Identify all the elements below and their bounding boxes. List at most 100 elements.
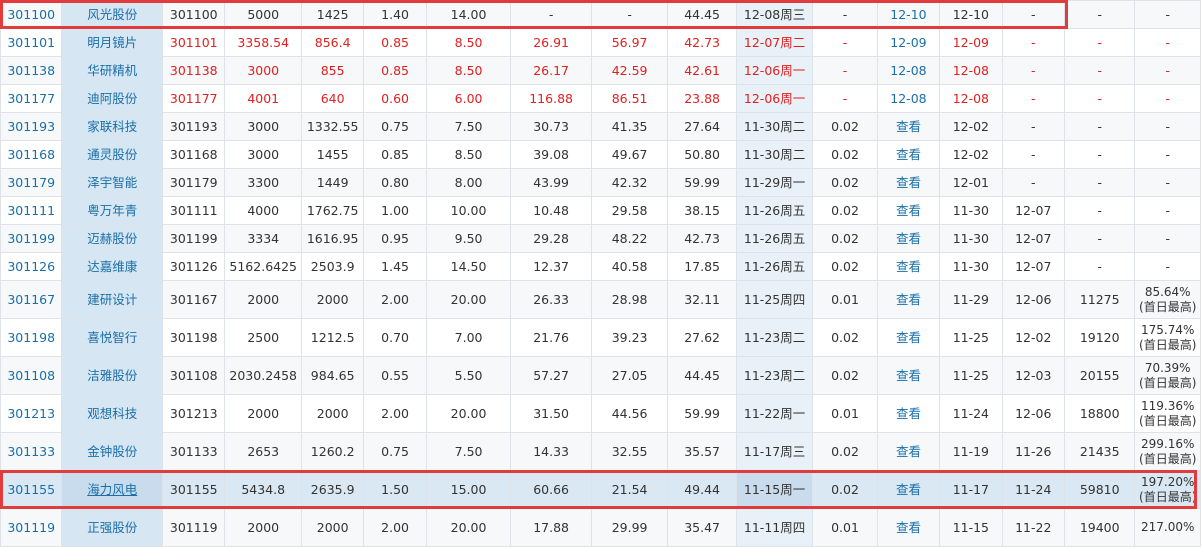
top-price: 23.88: [667, 84, 737, 113]
view-link[interactable]: 查看: [876, 224, 941, 253]
listing-date: 12-07: [1001, 224, 1065, 253]
table-row[interactable]: 301108 洁雅股份 301108 2030.2458 984.65 0.55 5.50 5…: [0, 356, 1201, 395]
view-link[interactable]: 查看: [876, 196, 941, 225]
table-row[interactable]: 301101 明月镜片 301101 3358.54 856.4 0.85 8.50 26.9…: [0, 28, 1201, 57]
stock-code-link[interactable]: 301138: [0, 56, 63, 85]
price-low: 2.00: [363, 394, 427, 433]
price: 20.00: [425, 394, 512, 433]
issue-count: 1616.95: [300, 224, 365, 253]
stock-code-link[interactable]: 301179: [0, 168, 63, 197]
view-link[interactable]: 查看: [876, 356, 941, 395]
price: 6.00: [425, 84, 512, 113]
stock-name-link[interactable]: 海力风电: [61, 470, 164, 509]
stock-name-link[interactable]: 风光股份: [61, 0, 164, 29]
table-row[interactable]: 301100 风光股份 301100 5000 1425 1.40 14.00- -44.45…: [0, 0, 1201, 29]
subscribe-date: 11-30周二: [735, 140, 814, 169]
table-row[interactable]: 301111 粤万年青 301111 4000 1762.75 1.00 10.00 10.4…: [0, 196, 1201, 225]
view-link[interactable]: 查看: [876, 280, 941, 319]
stock-name-link[interactable]: 金钟股份: [61, 432, 164, 471]
table-row[interactable]: 301138 华研精机 301138 3000 855 0.85 8.50 26.17 42.5…: [0, 56, 1201, 85]
stock-name-link[interactable]: 家联科技: [61, 112, 164, 141]
subscribe-code: 301101: [162, 28, 226, 57]
table-row[interactable]: 301177 迪阿股份 301177 4001 640 0.60 6.00 116.88 86.…: [0, 84, 1201, 113]
table-row[interactable]: 301126 达嘉维康 301126 5162.6425 2503.9 1.45 14.50…: [0, 252, 1201, 281]
top-price: 44.45: [667, 0, 737, 29]
stock-name-link[interactable]: 洁雅股份: [61, 356, 164, 395]
stock-code-link[interactable]: 301119: [0, 508, 63, 547]
top-price: 35.57: [667, 432, 737, 471]
stock-code-link[interactable]: 301167: [0, 280, 63, 319]
stock-name-link[interactable]: 粤万年青: [61, 196, 164, 225]
table-row[interactable]: 301168 通灵股份 301168 3000 1455 0.85 8.50 39.08 49.…: [0, 140, 1201, 169]
view-link[interactable]: 查看: [876, 112, 941, 141]
stock-code-link[interactable]: 301108: [0, 356, 63, 395]
lot-count: 3358.54: [224, 28, 302, 57]
lot-count: 5000: [224, 0, 302, 29]
view-link[interactable]: 查看: [876, 318, 941, 357]
stock-name-link[interactable]: 观想科技: [61, 394, 164, 433]
gain-percent: 70.39%: [1144, 360, 1191, 375]
stock-name-link[interactable]: 明月镜片: [61, 28, 164, 57]
subscribe-code: 301100: [162, 0, 226, 29]
listing-date: -: [1001, 84, 1065, 113]
stock-name-link[interactable]: 迈赫股份: [61, 224, 164, 253]
table-row[interactable]: 301155 海力风电 301155 5434.8 2635.9 1.50 15.00 60.…: [0, 470, 1201, 509]
listing-date: 12-07: [1001, 196, 1065, 225]
issue-count: 856.4: [300, 28, 365, 57]
table-row[interactable]: 301133 金钟股份 301133 2653 1260.2 0.75 7.50 14.33 3…: [0, 432, 1201, 471]
table-row[interactable]: 301167 建研设计 301167 2000 2000 2.00 20.00 26.33 28…: [0, 280, 1201, 319]
gain-note: (首日最高): [1139, 489, 1197, 504]
view-link[interactable]: 查看: [876, 394, 941, 433]
winning-rate: 0.02: [812, 224, 878, 253]
subscribe-code: 301108: [162, 356, 226, 395]
stock-code-link[interactable]: 301111: [0, 196, 63, 225]
stock-name-link[interactable]: 泽宇智能: [61, 168, 164, 197]
first-day-gain: 217.00%: [1134, 508, 1201, 547]
view-link[interactable]: 查看: [876, 432, 941, 471]
industry-pe: -: [590, 0, 669, 29]
stock-code-link[interactable]: 301177: [0, 84, 63, 113]
stock-name-link[interactable]: 达嘉维康: [61, 252, 164, 281]
industry-pe: 32.55: [590, 432, 669, 471]
price-low: 0.95: [363, 224, 427, 253]
stock-name-link[interactable]: 迪阿股份: [61, 84, 164, 113]
lot-count: 2000: [224, 394, 302, 433]
stock-code-link[interactable]: 301155: [0, 470, 63, 509]
winning-rate: 0.02: [812, 318, 878, 357]
table-row[interactable]: 301213 观想科技 301213 2000 2000 2.00 20.00 31.50 44…: [0, 394, 1201, 433]
table-row[interactable]: 301179 泽宇智能 301179 3300 1449 0.80 8.00 43.99 42.…: [0, 168, 1201, 197]
stock-name-link[interactable]: 正强股份: [61, 508, 164, 547]
table-row[interactable]: 301199 迈赫股份 301199 3334 1616.95 0.95 9.50 29.28…: [0, 224, 1201, 253]
subscribe-date: 12-06周一: [735, 84, 814, 113]
stock-code-link[interactable]: 301126: [0, 252, 63, 281]
view-link[interactable]: 查看: [876, 168, 941, 197]
table-row[interactable]: 301193 家联科技 301193 3000 1332.55 0.75 7.50 30.73…: [0, 112, 1201, 141]
stock-code-link[interactable]: 301101: [0, 28, 63, 57]
winning-rate: 0.02: [812, 168, 878, 197]
stock-code-link[interactable]: 301168: [0, 140, 63, 169]
stock-code-link[interactable]: 301100: [0, 0, 63, 29]
price-low: 0.85: [363, 140, 427, 169]
stock-code-link[interactable]: 301198: [0, 318, 63, 357]
subscribe-code: 301177: [162, 84, 226, 113]
table-row[interactable]: 301119 正强股份 301119 2000 2000 2.00 20.00 17.88 29…: [0, 508, 1201, 547]
lot-count: 3000: [224, 56, 302, 85]
stock-name-link[interactable]: 建研设计: [61, 280, 164, 319]
stock-name-link[interactable]: 通灵股份: [61, 140, 164, 169]
lot-count: 2000: [224, 508, 302, 547]
view-link[interactable]: 查看: [876, 140, 941, 169]
stock-name-link[interactable]: 华研精机: [61, 56, 164, 85]
stock-code-link[interactable]: 301133: [0, 432, 63, 471]
stock-name-link[interactable]: 喜悦智行: [61, 318, 164, 357]
view-link[interactable]: 查看: [876, 470, 941, 509]
pe-ratio: 21.76: [510, 318, 592, 357]
stock-code-link[interactable]: 301193: [0, 112, 63, 141]
stock-code-link[interactable]: 301199: [0, 224, 63, 253]
view-link[interactable]: 查看: [876, 508, 941, 547]
winning-rate: 0.02: [812, 196, 878, 225]
issue-count: 2503.9: [300, 252, 365, 281]
view-link[interactable]: 查看: [876, 252, 941, 281]
pay-date: 12-08: [939, 84, 1003, 113]
table-row[interactable]: 301198 喜悦智行 301198 2500 1212.5 0.70 7.00 21.76 3…: [0, 318, 1201, 357]
stock-code-link[interactable]: 301213: [0, 394, 63, 433]
